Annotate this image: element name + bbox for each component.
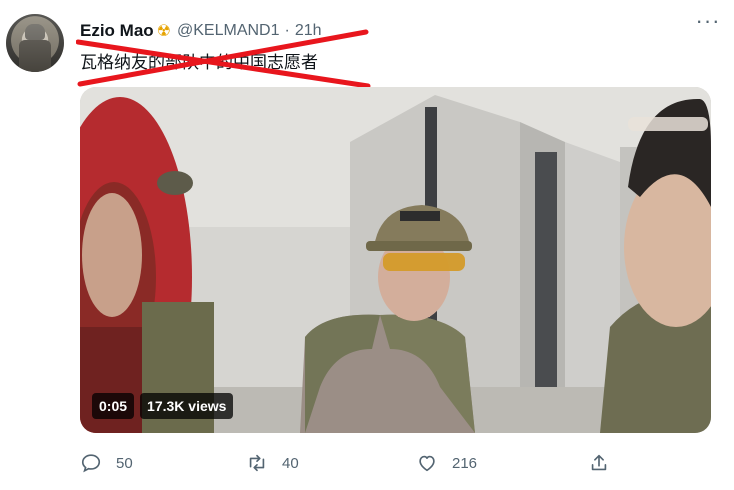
share-icon — [591, 454, 607, 471]
avatar-shade — [6, 14, 64, 72]
retweet-icon — [249, 454, 265, 472]
tweet-header: Ezio Mao ☢ @KELMAND1 · 21h — [80, 20, 322, 42]
share-action[interactable] — [588, 450, 624, 476]
radioactive-icon: ☢ — [156, 23, 172, 40]
reply-icon — [81, 454, 101, 473]
author-name[interactable]: Ezio Mao — [80, 21, 154, 41]
header-separator: · — [284, 22, 290, 39]
video-player[interactable]: 0:05 17.3K views — [80, 87, 711, 433]
avatar[interactable] — [6, 14, 64, 72]
author-handle[interactable]: @KELMAND1 — [177, 22, 280, 40]
heart-icon — [419, 455, 435, 472]
tweet-text: 瓦格纳友的部队中的中国志愿者 — [80, 53, 318, 72]
video-view-count: 17.3K views — [140, 393, 234, 419]
like-action[interactable]: 216 — [416, 450, 477, 476]
reply-action[interactable]: 50 — [80, 450, 133, 476]
video-duration: 0:05 — [92, 393, 135, 419]
tweet-actions: 50 40 216 — [80, 450, 640, 476]
reply-count: 50 — [116, 454, 133, 472]
retweet-count: 40 — [282, 454, 299, 472]
retweet-action[interactable]: 40 — [246, 450, 299, 476]
like-count: 216 — [452, 454, 478, 472]
tweet-time[interactable]: 21h — [295, 22, 322, 40]
video-overlay: 0:05 17.3K views — [92, 393, 234, 419]
video-frame — [80, 87, 711, 433]
more-options-icon[interactable]: ··· — [693, 10, 723, 36]
